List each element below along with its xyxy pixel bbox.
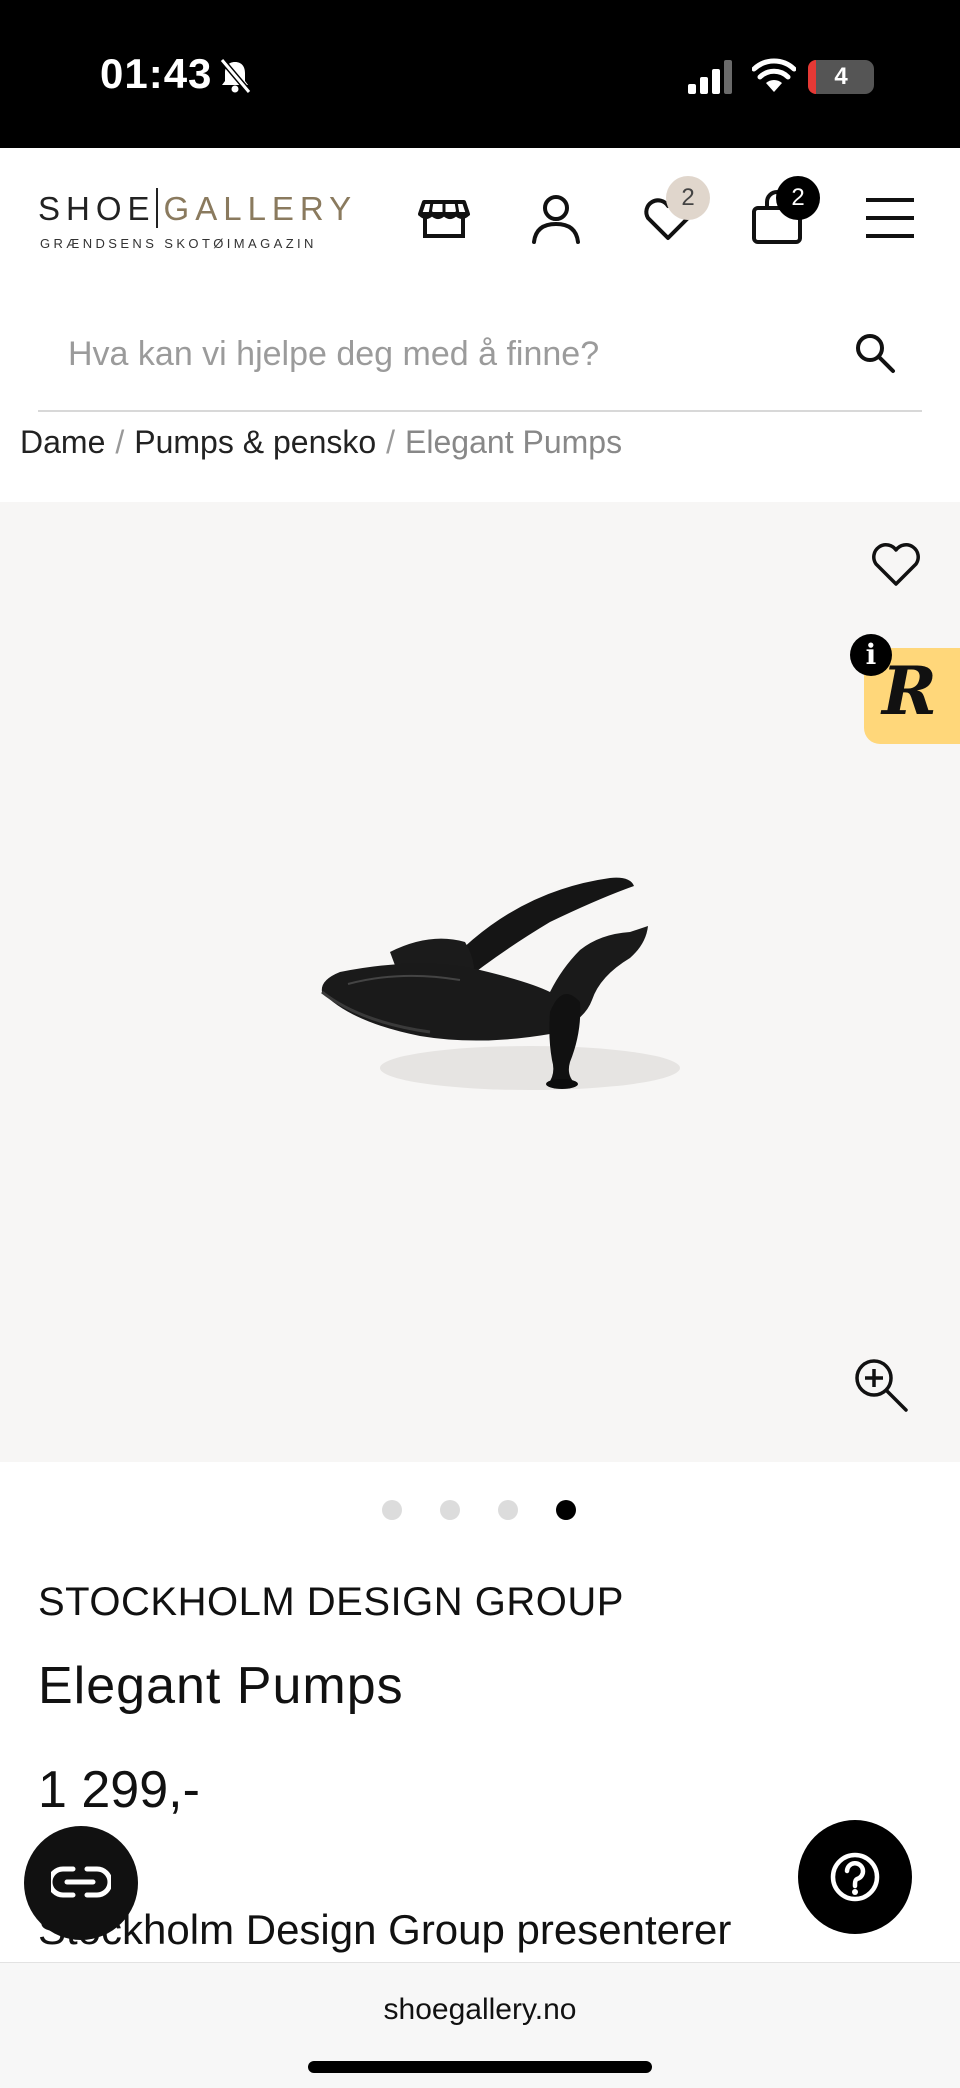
wishlist-count-badge: 2 [666, 176, 710, 220]
zoom-in-icon[interactable] [852, 1356, 910, 1414]
shoe-gallery-logo[interactable]: SHOE GALLERY GRÆNDSENS SKOTØIMAGAZIN [38, 188, 351, 258]
search-input[interactable] [66, 328, 830, 380]
status-time: 01:43 [100, 50, 213, 97]
chat-logo-icon [51, 1866, 111, 1898]
url-text[interactable]: shoegallery.no [0, 1993, 960, 2027]
status-bar: 01:43 4 [0, 0, 960, 148]
product-brand[interactable]: STOCKHOLM DESIGN GROUP [38, 1580, 624, 1625]
search-bar [38, 298, 922, 412]
help-button[interactable] [798, 1820, 912, 1934]
breadcrumb-pumps[interactable]: Pumps & pensko [134, 424, 376, 460]
breadcrumb-separator: / [115, 424, 125, 460]
browser-url-bar[interactable]: shoegallery.no [0, 1962, 960, 2088]
breadcrumb: Dame / Pumps & pensko / Elegant Pumps [20, 424, 622, 461]
product-name: Elegant Pumps [38, 1657, 404, 1715]
breadcrumb-dame[interactable]: Dame [20, 424, 105, 460]
add-to-wishlist-heart-icon[interactable] [870, 540, 922, 588]
account-icon[interactable] [528, 190, 584, 246]
question-mark-icon [830, 1852, 880, 1902]
info-icon[interactable]: i [850, 634, 892, 676]
cart-count-badge: 2 [776, 176, 820, 220]
wifi-icon [752, 58, 796, 92]
logo-tagline: GRÆNDSENS SKOTØIMAGAZIN [40, 236, 317, 251]
chat-button[interactable] [24, 1826, 138, 1940]
search-icon[interactable] [854, 332, 896, 374]
review-widget-logo: R [882, 652, 937, 730]
carousel-dot[interactable] [440, 1500, 460, 1520]
product-image-gallery[interactable]: R i [0, 502, 960, 1462]
product-price: 1 299,- [38, 1761, 200, 1819]
carousel-dot[interactable] [382, 1500, 402, 1520]
logo-right: GALLERY [163, 190, 358, 227]
breadcrumb-separator: / [386, 424, 396, 460]
carousel-dot[interactable] [498, 1500, 518, 1520]
site-header: SHOE GALLERY GRÆNDSENS SKOTØIMAGAZIN 2 2 [0, 148, 960, 288]
signal-icon [688, 60, 732, 94]
bell-muted-icon [219, 58, 252, 94]
logo-wordmark: SHOE GALLERY [38, 188, 357, 228]
home-indicator[interactable] [308, 2061, 652, 2073]
menu-icon[interactable] [862, 190, 918, 246]
product-description: Stockholm Design Group presenterer [38, 1906, 732, 1953]
battery-level: 4 [834, 63, 848, 90]
breadcrumb-current: Elegant Pumps [405, 424, 623, 460]
logo-left: SHOE [38, 190, 156, 227]
carousel-dots [382, 1500, 582, 1520]
battery-indicator: 4 [808, 60, 874, 94]
carousel-dot-active[interactable] [556, 1500, 576, 1520]
store-icon[interactable] [416, 190, 472, 246]
product-image-shoe [321, 877, 680, 1090]
